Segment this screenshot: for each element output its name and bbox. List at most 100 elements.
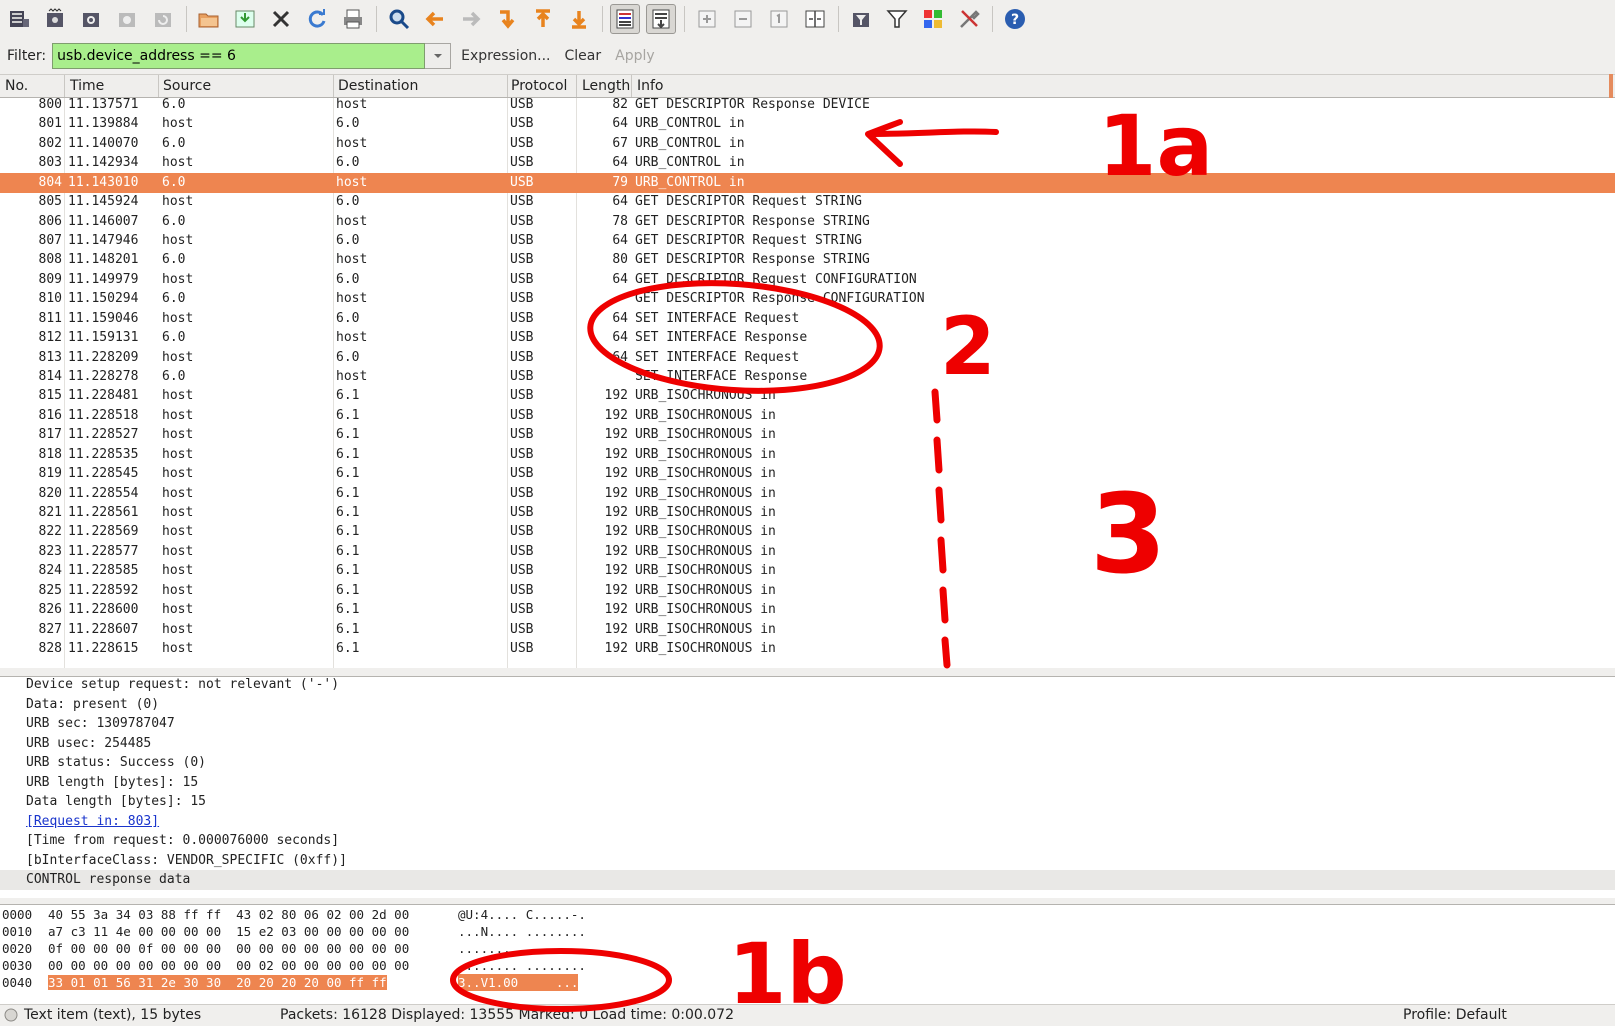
hex-dump-line[interactable]: 0000 40 55 3a 34 03 88 ff ff 43 02 80 06 … — [2, 906, 586, 923]
help-button[interactable]: ? — [1000, 4, 1030, 34]
packet-row[interactable]: 810 11.150294 6.0 host USB GET DESCRIPTOR Res… — [0, 289, 1615, 309]
display-filters-button[interactable] — [882, 4, 912, 34]
packet-row[interactable]: 819 11.228545 host 6.1 USB 192 URB_ISOCHRONOUS… — [0, 464, 1615, 484]
packet-row[interactable]: 825 11.228592 host 6.1 USB 192 URB_ISOCHRONOUS… — [0, 581, 1615, 601]
column-header-length[interactable]: Length — [582, 78, 630, 94]
save-file-button[interactable] — [230, 4, 260, 34]
packet-row[interactable]: 801 11.139884 host 6.0 USB 64 URB_CONTROL in — [0, 114, 1615, 134]
packet-row[interactable]: 823 11.228577 host 6.1 USB 192 URB_ISOCHRONOUS… — [0, 542, 1615, 562]
filter-history-dropdown[interactable] — [425, 43, 452, 69]
packet-row[interactable]: 807 11.147946 host 6.0 USB 64 GET DESCRIPTOR R… — [0, 231, 1615, 251]
packet-row[interactable]: 815 11.228481 host 6.1 USB 192 URB_ISOCHRONOUS… — [0, 386, 1615, 406]
restart-capture-button[interactable] — [148, 4, 178, 34]
column-header-protocol[interactable]: Protocol — [511, 78, 567, 94]
column-header-no[interactable]: No. — [5, 78, 28, 94]
packet-list[interactable]: 800 11.137571 6.0 host USB 82 GET DESCRIPTOR R… — [0, 98, 1615, 668]
capture-filters-button[interactable] — [846, 4, 876, 34]
open-file-button[interactable] — [194, 4, 224, 34]
packet-row[interactable]: 827 11.228607 host 6.1 USB 192 URB_ISOCHRONOUS… — [0, 620, 1615, 640]
packet-row[interactable]: 802 11.140070 6.0 host USB 67 URB_CONTROL in — [0, 134, 1615, 154]
coloring-rules-button[interactable] — [918, 4, 948, 34]
apply-button[interactable]: Apply — [615, 48, 655, 64]
start-capture-button[interactable] — [76, 4, 106, 34]
status-profile[interactable]: Profile: Default — [1403, 1007, 1507, 1023]
packet-len-cell: 192 — [604, 524, 628, 540]
detail-line[interactable]: Data: present (0) — [26, 695, 159, 715]
clear-button[interactable]: Clear — [565, 48, 602, 64]
go-forward-icon — [463, 11, 481, 27]
packet-row[interactable]: 824 11.228585 host 6.1 USB 192 URB_ISOCHRONOUS… — [0, 561, 1615, 581]
print-button[interactable] — [338, 4, 368, 34]
column-separator[interactable] — [158, 75, 159, 97]
go-first-button[interactable] — [528, 4, 558, 34]
column-separator[interactable] — [576, 75, 577, 97]
packet-row[interactable]: 813 11.228209 host 6.0 USB 64 SET INTERFACE Re… — [0, 348, 1615, 368]
go-forward-button[interactable] — [456, 4, 486, 34]
column-separator[interactable] — [631, 75, 632, 97]
interface-list-button[interactable] — [4, 4, 34, 34]
packet-row[interactable]: 800 11.137571 6.0 host USB 82 GET DESCRIPTOR R… — [0, 98, 1615, 115]
packet-row[interactable]: 817 11.228527 host 6.1 USB 192 URB_ISOCHRONOUS… — [0, 425, 1615, 445]
column-header-time[interactable]: Time — [70, 78, 104, 94]
column-separator[interactable] — [507, 75, 508, 97]
detail-line[interactable]: CONTROL response data — [0, 870, 1615, 890]
detail-line[interactable]: Device setup request: not relevant ('-') — [26, 677, 339, 695]
detail-line[interactable]: [Time from request: 0.000076000 seconds] — [26, 831, 339, 851]
go-last-button[interactable] — [564, 4, 594, 34]
packet-row[interactable]: 812 11.159131 6.0 host USB 64 SET INTERFACE Re… — [0, 328, 1615, 348]
packet-row[interactable]: 804 11.143010 6.0 host USB 79 URB_CONTROL in — [0, 172, 1615, 193]
filter-input[interactable] — [52, 43, 426, 69]
hex-dump-line[interactable]: 0020 0f 00 00 00 0f 00 00 00 00 00 00 00 … — [2, 940, 586, 957]
hex-dump-line[interactable]: 0030 00 00 00 00 00 00 00 00 00 02 00 00 … — [2, 957, 586, 974]
column-header-destination[interactable]: Destination — [338, 78, 418, 94]
packet-row[interactable]: 805 11.145924 host 6.0 USB 64 GET DESCRIPTOR R… — [0, 192, 1615, 212]
toolbar-separator — [602, 6, 603, 32]
close-file-button[interactable] — [266, 4, 296, 34]
packet-row[interactable]: 803 11.142934 host 6.0 USB 64 URB_CONTROL in — [0, 153, 1615, 173]
column-header-source[interactable]: Source — [163, 78, 211, 94]
packet-row[interactable]: 816 11.228518 host 6.1 USB 192 URB_ISOCHRONOUS… — [0, 406, 1615, 426]
zoom-in-button[interactable] — [692, 4, 722, 34]
capture-options-button[interactable] — [40, 4, 70, 34]
column-separator[interactable] — [333, 75, 334, 97]
request-in-link[interactable]: [Request in: 803] — [26, 812, 159, 832]
column-separator[interactable] — [64, 75, 65, 97]
detail-line[interactable]: [bInterfaceClass: VENDOR_SPECIFIC (0xff)… — [26, 851, 347, 871]
expression-button[interactable]: Expression... — [461, 48, 550, 64]
hex-dump-line[interactable]: 0010 a7 c3 11 4e 00 00 00 00 15 e2 03 00 … — [2, 923, 586, 940]
detail-line[interactable]: URB status: Success (0) — [26, 753, 206, 773]
find-packet-button[interactable] — [384, 4, 414, 34]
packet-row[interactable]: 818 11.228535 host 6.1 USB 192 URB_ISOCHRONOUS… — [0, 445, 1615, 465]
packet-row[interactable]: 809 11.149979 host 6.0 USB 64 GET DESCRIPTOR R… — [0, 270, 1615, 290]
capture-options-icon — [47, 8, 63, 27]
detail-line[interactable]: URB usec: 254485 — [26, 734, 151, 754]
packet-row[interactable]: 808 11.148201 6.0 host USB 80 GET DESCRIPTOR R… — [0, 250, 1615, 270]
preferences-button[interactable] — [954, 4, 984, 34]
hex-dump-line[interactable]: 0040 33 01 01 56 31 2e 30 30 20 20 20 20 … — [2, 974, 579, 991]
packet-row[interactable]: 821 11.228561 host 6.1 USB 192 URB_ISOCHRONOUS… — [0, 503, 1615, 523]
packet-row[interactable]: 811 11.159046 host 6.0 USB 64 SET INTERFACE Re… — [0, 309, 1615, 329]
zoom-out-button[interactable] — [728, 4, 758, 34]
column-header-info[interactable]: Info — [637, 78, 664, 94]
colorize-button[interactable] — [610, 4, 640, 34]
autoscroll-button[interactable] — [646, 4, 676, 34]
detail-line[interactable]: URB length [bytes]: 15 — [26, 773, 198, 793]
packet-bytes-pane[interactable]: 0000 40 55 3a 34 03 88 ff ff 43 02 80 06 … — [0, 904, 1615, 1005]
packet-row[interactable]: 828 11.228615 host 6.1 USB 192 URB_ISOCHRONOUS… — [0, 639, 1615, 659]
packet-row[interactable]: 814 11.228278 6.0 host USB SET INTERFACE Resp… — [0, 367, 1615, 387]
resize-columns-button[interactable] — [800, 4, 830, 34]
expert-info-icon[interactable] — [4, 1008, 18, 1022]
reload-button[interactable] — [302, 4, 332, 34]
normal-size-button[interactable] — [764, 4, 794, 34]
packet-row[interactable]: 822 11.228569 host 6.1 USB 192 URB_ISOCHRONOUS… — [0, 522, 1615, 542]
packet-details-pane[interactable]: Device setup request: not relevant ('-')… — [0, 676, 1615, 899]
detail-line[interactable]: Data length [bytes]: 15 — [26, 792, 206, 812]
go-back-button[interactable] — [420, 4, 450, 34]
packet-row[interactable]: 826 11.228600 host 6.1 USB 192 URB_ISOCHRONOUS… — [0, 600, 1615, 620]
packet-row[interactable]: 806 11.146007 6.0 host USB 78 GET DESCRIPTOR R… — [0, 212, 1615, 232]
stop-capture-button[interactable] — [112, 4, 142, 34]
pane-splitter[interactable] — [0, 668, 1615, 676]
detail-line[interactable]: URB sec: 1309787047 — [26, 714, 175, 734]
go-to-packet-button[interactable] — [492, 4, 522, 34]
packet-row[interactable]: 820 11.228554 host 6.1 USB 192 URB_ISOCHRONOUS… — [0, 484, 1615, 504]
